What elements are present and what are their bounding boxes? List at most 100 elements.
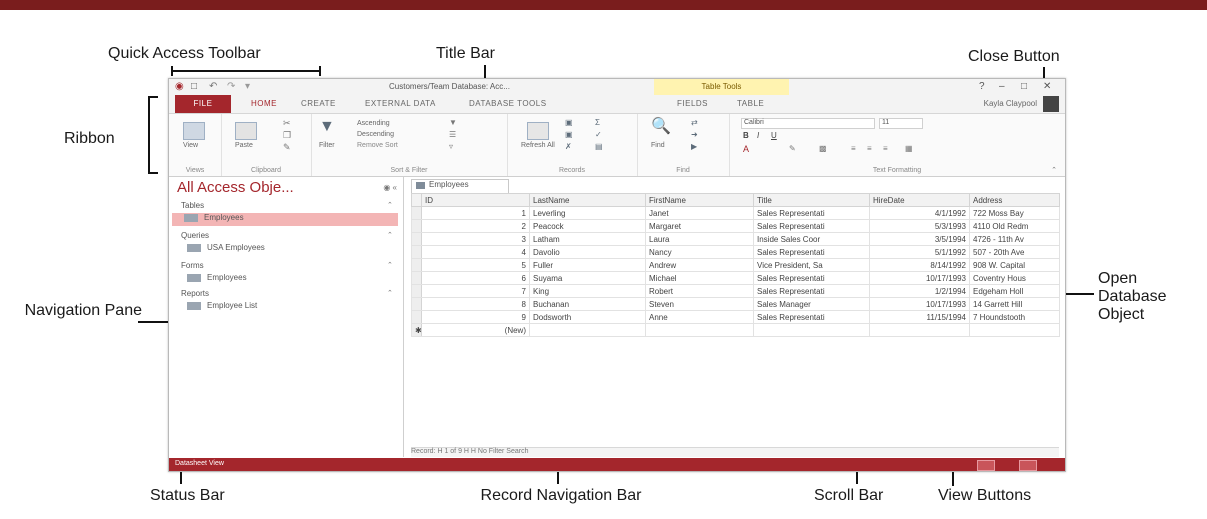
cell-firstname[interactable]: Laura xyxy=(645,232,754,246)
font-color-icon[interactable]: A xyxy=(743,144,749,154)
cell-title[interactable]: Sales Representati xyxy=(753,219,870,233)
save-record-icon[interactable]: ▣ xyxy=(565,130,573,139)
cell-firstname[interactable]: Andrew xyxy=(645,258,754,272)
cell-firstname[interactable]: Michael xyxy=(645,271,754,285)
row-selector[interactable] xyxy=(411,219,422,233)
cell-title[interactable]: Inside Sales Coor xyxy=(753,232,870,246)
cell-address[interactable]: 507 - 20th Ave xyxy=(969,245,1060,259)
table-row[interactable]: 6 Suyama Michael Sales Representati 10/17/19… xyxy=(411,271,1060,285)
new-record-selector-icon[interactable]: ✱ xyxy=(411,323,422,337)
tab-home[interactable]: HOME xyxy=(251,99,277,108)
cell-address[interactable]: 4726 - 11th Av xyxy=(969,232,1060,246)
minimize-icon[interactable]: – xyxy=(999,81,1005,92)
cell-hiredate[interactable]: 3/5/1994 xyxy=(869,232,970,246)
column-header-title[interactable]: Title xyxy=(753,193,870,207)
cell-id[interactable]: 3 xyxy=(421,232,530,246)
cell-address[interactable]: 722 Moss Bay xyxy=(969,206,1060,220)
replace-icon[interactable]: ⇄ xyxy=(691,118,698,127)
user-name[interactable]: Kayla Claypool xyxy=(984,99,1037,108)
row-selector-header[interactable] xyxy=(411,193,422,207)
cell-firstname[interactable]: Anne xyxy=(645,310,754,324)
cell-lastname[interactable]: King xyxy=(529,284,646,298)
navigation-pane-controls[interactable]: ◉ « xyxy=(383,183,397,192)
cell-id[interactable]: 7 xyxy=(421,284,530,298)
cell-address[interactable]: Edgeham Holl xyxy=(969,284,1060,298)
record-navigation-bar[interactable]: Record: H 1 of 9 H H No Filter Search xyxy=(411,447,1059,457)
cell-lastname[interactable]: Peacock xyxy=(529,219,646,233)
row-selector[interactable] xyxy=(411,297,422,311)
font-size-select[interactable]: 11 xyxy=(879,118,923,129)
collapse-ribbon-icon[interactable]: ⌃ xyxy=(1051,166,1057,174)
new-record-row[interactable]: ✱ (New) xyxy=(411,323,1060,337)
cell-firstname[interactable]: Nancy xyxy=(645,245,754,259)
cell-id[interactable]: 1 xyxy=(421,206,530,220)
row-selector[interactable] xyxy=(411,206,422,220)
table-row[interactable]: 1 Leverling Janet Sales Representati 4/1/199… xyxy=(411,206,1060,220)
cell-lastname[interactable]: Davolio xyxy=(529,245,646,259)
cell-firstname[interactable]: Robert xyxy=(645,284,754,298)
cell-lastname[interactable]: Latham xyxy=(529,232,646,246)
descending-button[interactable]: Descending xyxy=(357,131,394,138)
align-center-icon[interactable]: ≡ xyxy=(867,144,872,153)
cell-lastname[interactable]: Suyama xyxy=(529,271,646,285)
cell-title[interactable]: Vice President, Sa xyxy=(753,258,870,272)
nav-group-tables[interactable]: Tables xyxy=(181,201,204,210)
toggle-filter-icon[interactable]: ▿ xyxy=(449,142,453,151)
table-row[interactable]: 4 Davolio Nancy Sales Representati 5/1/1992 5… xyxy=(411,245,1060,259)
go-to-icon[interactable]: ➜ xyxy=(691,130,698,139)
selection-icon[interactable]: ▼ xyxy=(449,118,457,127)
nav-item-employees-table[interactable]: Employees xyxy=(172,213,398,226)
redo-icon[interactable]: ↷ xyxy=(227,81,235,92)
advanced-icon[interactable]: ☰ xyxy=(449,130,456,139)
row-selector[interactable] xyxy=(411,232,422,246)
table-row[interactable]: 8 Buchanan Steven Sales Manager 10/17/1993 14… xyxy=(411,297,1060,311)
chevron-up-icon[interactable]: ⌃ xyxy=(387,231,393,239)
select-icon[interactable]: ▶ xyxy=(691,142,697,151)
new-record-cell[interactable] xyxy=(969,323,1060,337)
cell-id[interactable]: 4 xyxy=(421,245,530,259)
new-record-cell[interactable] xyxy=(645,323,754,337)
cell-hiredate[interactable]: 10/17/1993 xyxy=(869,271,970,285)
tab-table[interactable]: TABLE xyxy=(737,99,764,108)
tab-file[interactable]: FILE xyxy=(175,95,231,113)
cell-id[interactable]: 9 xyxy=(421,310,530,324)
align-left-icon[interactable]: ≡ xyxy=(851,144,856,153)
save-icon[interactable]: □ xyxy=(191,81,197,92)
nav-item-employee-list-report[interactable]: Employee List xyxy=(187,301,257,310)
italic-icon[interactable]: I xyxy=(757,131,759,140)
remove-sort-button[interactable]: Remove Sort xyxy=(357,142,398,149)
row-selector[interactable] xyxy=(411,245,422,259)
refresh-all-icon[interactable] xyxy=(527,122,549,140)
ascending-button[interactable]: Ascending xyxy=(357,120,390,127)
cell-address[interactable]: 7 Houndstooth xyxy=(969,310,1060,324)
font-name-select[interactable]: Calibri xyxy=(741,118,875,129)
cell-firstname[interactable]: Margaret xyxy=(645,219,754,233)
cell-firstname[interactable]: Steven xyxy=(645,297,754,311)
tab-database-tools[interactable]: DATABASE TOOLS xyxy=(469,99,547,108)
tab-create[interactable]: CREATE xyxy=(301,99,336,108)
nav-group-forms[interactable]: Forms xyxy=(181,261,204,270)
new-record-cell[interactable] xyxy=(529,323,646,337)
column-header-lastname[interactable]: LastName xyxy=(529,193,646,207)
tab-external-data[interactable]: EXTERNAL DATA xyxy=(365,99,436,108)
new-record-cell[interactable] xyxy=(753,323,870,337)
cell-id[interactable]: 2 xyxy=(421,219,530,233)
cell-id[interactable]: 8 xyxy=(421,297,530,311)
close-icon[interactable]: ✕ xyxy=(1043,81,1051,92)
cell-firstname[interactable]: Janet xyxy=(645,206,754,220)
chevron-up-icon[interactable]: ⌃ xyxy=(387,261,393,269)
table-row[interactable]: 7 King Robert Sales Representati 1/2/1994 Edg… xyxy=(411,284,1060,298)
cell-address[interactable]: 14 Garrett Hill xyxy=(969,297,1060,311)
cell-title[interactable]: Sales Representati xyxy=(753,271,870,285)
row-selector[interactable] xyxy=(411,258,422,272)
cell-hiredate[interactable]: 5/1/1992 xyxy=(869,245,970,259)
avatar[interactable] xyxy=(1043,96,1059,112)
design-view-button[interactable] xyxy=(1019,460,1037,471)
row-selector[interactable] xyxy=(411,271,422,285)
cell-hiredate[interactable]: 4/1/1992 xyxy=(869,206,970,220)
column-header-firstname[interactable]: FirstName xyxy=(645,193,754,207)
column-header-address[interactable]: Address xyxy=(969,193,1060,207)
nav-group-queries[interactable]: Queries xyxy=(181,231,209,240)
new-record-icon[interactable]: ▣ xyxy=(565,118,573,127)
highlight-icon[interactable]: ✎ xyxy=(789,144,796,153)
